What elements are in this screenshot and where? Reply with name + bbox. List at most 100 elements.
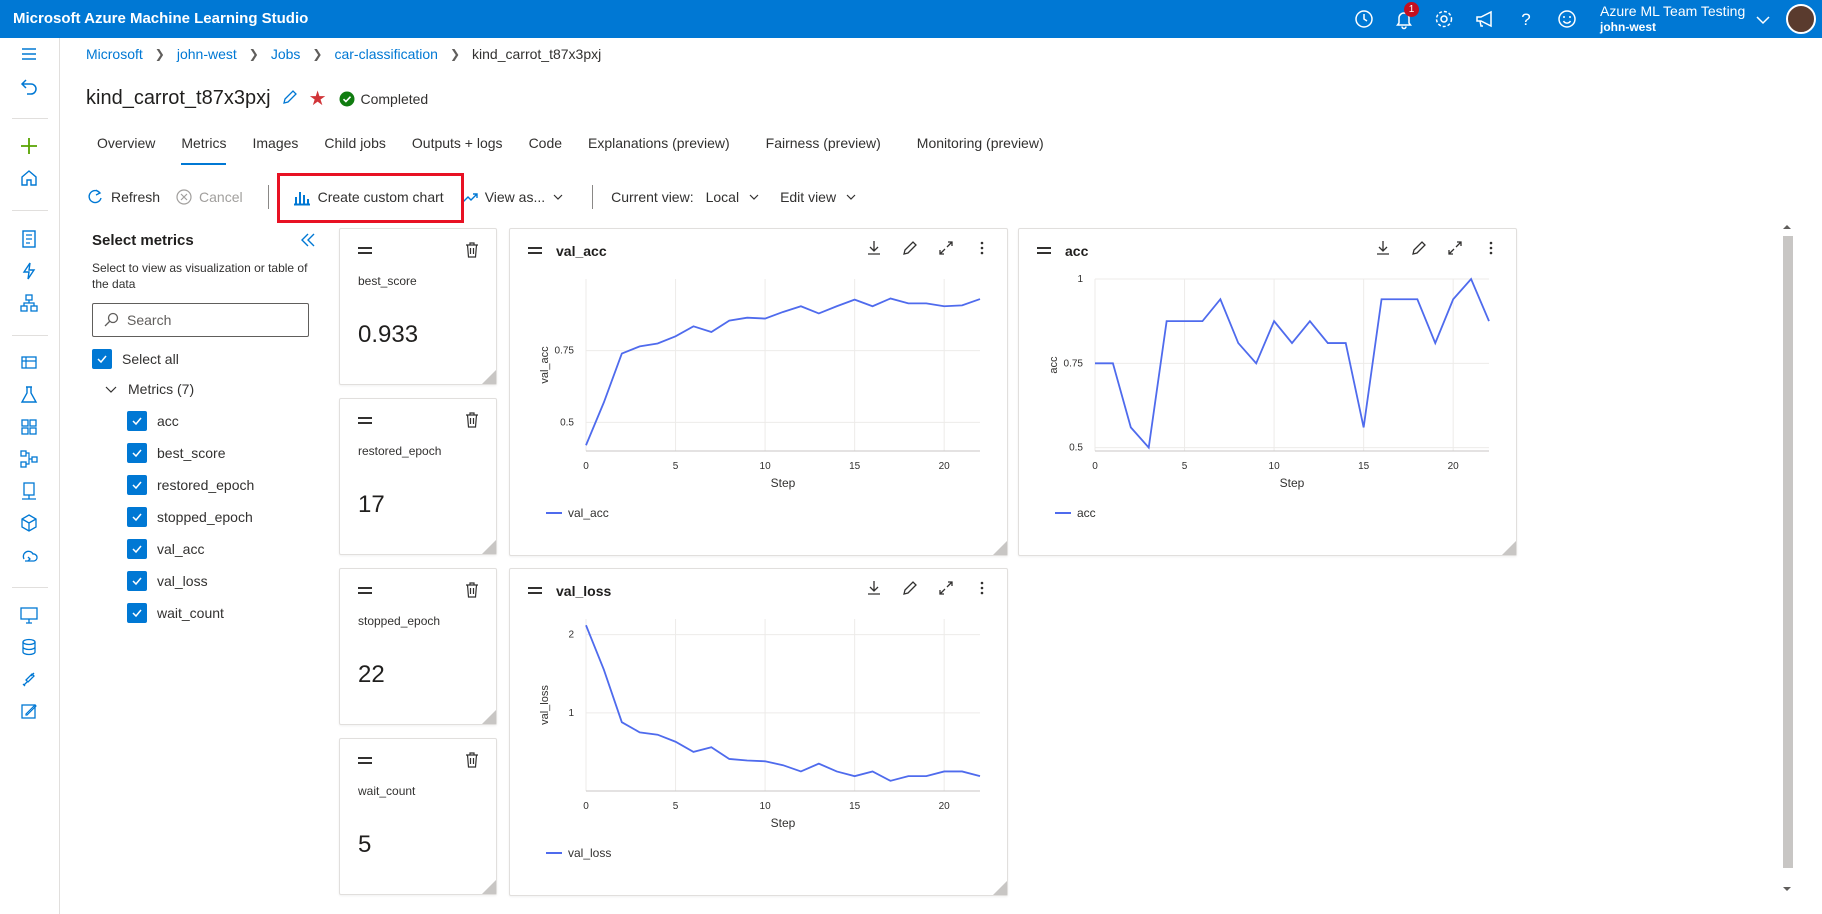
star-icon[interactable]: ★	[309, 86, 327, 111]
trash-icon[interactable]	[464, 581, 480, 599]
resize-handle[interactable]	[482, 370, 496, 384]
scroll-down-icon[interactable]	[1780, 882, 1794, 896]
cancel-icon	[176, 189, 192, 205]
series-line	[585, 624, 981, 782]
chart-card-acc[interactable]: acc 0 5 10 15 20 0.5 0.75 1 Step acc acc	[1018, 228, 1517, 556]
chart-legend[interactable]: val_loss	[546, 846, 611, 860]
breadcrumb-workspace[interactable]: john-west	[177, 46, 237, 62]
compute-icon[interactable]	[19, 605, 41, 627]
tab-explanations[interactable]: Explanations (preview)	[577, 133, 741, 165]
datastores-icon[interactable]	[19, 637, 41, 659]
gear-icon[interactable]	[1433, 8, 1455, 30]
checkbox-checked[interactable]	[127, 443, 147, 463]
breadcrumb-experiment[interactable]: car-classification	[334, 46, 437, 62]
metric-checkbox-val-loss[interactable]: val_loss	[127, 571, 208, 591]
checkbox-checked[interactable]	[127, 507, 147, 527]
data-icon[interactable]	[19, 353, 41, 375]
resize-handle[interactable]	[482, 880, 496, 894]
refresh-button[interactable]: Refresh	[86, 188, 160, 206]
chart-legend[interactable]: acc	[1055, 506, 1096, 520]
collapse-panel-icon[interactable]	[298, 230, 318, 253]
smiley-icon[interactable]	[1556, 8, 1578, 30]
designer-icon[interactable]	[19, 293, 41, 315]
breadcrumb-workspace-root[interactable]: Microsoft	[86, 46, 143, 62]
trash-icon[interactable]	[464, 751, 480, 769]
current-view-dropdown[interactable]: Local	[706, 189, 768, 205]
drag-handle-icon[interactable]	[358, 247, 372, 257]
metric-checkbox-acc[interactable]: acc	[127, 411, 179, 431]
components-icon[interactable]	[19, 417, 41, 439]
chevron-down-icon[interactable]	[1752, 9, 1774, 31]
home-icon[interactable]	[19, 168, 41, 190]
scalar-card[interactable]: stopped_epoch 22	[339, 568, 497, 725]
scalar-card[interactable]: wait_count 5	[339, 738, 497, 895]
scroll-up-icon[interactable]	[1780, 220, 1794, 234]
tab-fairness[interactable]: Fairness (preview)	[755, 133, 892, 165]
drag-handle-icon[interactable]	[358, 417, 372, 427]
hamburger-icon[interactable]	[19, 44, 41, 66]
clock-icon[interactable]	[1353, 8, 1375, 30]
chart-card-val-acc[interactable]: val_acc 0 5 10 15 20 0.5 0.75 Step val_acc val_a…	[509, 228, 1008, 556]
view-as-button[interactable]: View as...	[462, 189, 572, 205]
select-all-checkbox[interactable]: Select all	[92, 349, 179, 369]
labeling-icon[interactable]	[19, 701, 41, 723]
notebook-icon[interactable]	[19, 229, 41, 251]
metric-checkbox-best-score[interactable]: best_score	[127, 443, 225, 463]
models-icon[interactable]	[19, 513, 41, 535]
megaphone-icon[interactable]	[1474, 8, 1496, 30]
metric-checkbox-val-acc[interactable]: val_acc	[127, 539, 204, 559]
checkbox-checked[interactable]	[127, 603, 147, 623]
metric-checkbox-stopped-epoch[interactable]: stopped_epoch	[127, 507, 253, 527]
pipelines-icon[interactable]	[19, 449, 41, 471]
resize-handle[interactable]	[482, 540, 496, 554]
trash-icon[interactable]	[464, 241, 480, 259]
metric-name: stopped_epoch	[358, 614, 441, 628]
account-menu[interactable]: Azure ML Team Testing john-west	[1600, 3, 1745, 34]
environments-icon[interactable]	[19, 481, 41, 503]
avatar[interactable]	[1786, 4, 1816, 34]
scalar-card[interactable]: restored_epoch 17	[339, 398, 497, 555]
scrollbar-thumb[interactable]	[1783, 236, 1793, 868]
resize-handle[interactable]	[482, 710, 496, 724]
metric-checkbox-restored-epoch[interactable]: restored_epoch	[127, 475, 254, 495]
scalar-card[interactable]: best_score 0.933	[339, 228, 497, 385]
breadcrumb-jobs[interactable]: Jobs	[271, 46, 301, 62]
help-icon[interactable]: ?	[1515, 8, 1537, 30]
app-title[interactable]: Microsoft Azure Machine Learning Studio	[13, 10, 308, 27]
tab-child-jobs[interactable]: Child jobs	[313, 133, 396, 165]
cancel-button[interactable]: Cancel	[176, 189, 243, 205]
tab-images[interactable]: Images	[241, 133, 309, 165]
checkbox-checked[interactable]	[127, 571, 147, 591]
back-icon[interactable]	[19, 76, 41, 98]
chart-card-val-loss[interactable]: val_loss 0 5 10 15 20 1 2 Step val_loss val_loss	[509, 568, 1008, 896]
trash-icon[interactable]	[464, 411, 480, 429]
checkbox-checked[interactable]	[127, 411, 147, 431]
tab-outputs-logs[interactable]: Outputs + logs	[401, 133, 514, 165]
automl-icon[interactable]	[19, 261, 41, 283]
chart-legend[interactable]: val_acc	[546, 506, 609, 520]
resize-handle[interactable]	[1502, 541, 1516, 555]
pencil-icon[interactable]	[281, 88, 299, 109]
drag-handle-icon[interactable]	[358, 587, 372, 597]
resize-handle[interactable]	[993, 541, 1007, 555]
plus-icon[interactable]	[19, 136, 41, 158]
top-bar: Microsoft Azure Machine Learning Studio …	[0, 0, 1822, 38]
metrics-group-toggle[interactable]: Metrics (7)	[104, 381, 194, 397]
drag-handle-icon[interactable]	[358, 757, 372, 767]
jobs-icon[interactable]	[19, 385, 41, 407]
search-placeholder: Search	[127, 312, 172, 328]
resize-handle[interactable]	[993, 881, 1007, 895]
checkbox-checked[interactable]	[92, 349, 112, 369]
tab-metrics[interactable]: Metrics	[170, 133, 237, 165]
metric-checkbox-wait-count[interactable]: wait_count	[127, 603, 224, 623]
checkbox-checked[interactable]	[127, 475, 147, 495]
tab-code[interactable]: Code	[518, 133, 573, 165]
linked-services-icon[interactable]	[19, 669, 41, 691]
tab-monitoring[interactable]: Monitoring (preview)	[906, 133, 1055, 165]
endpoints-icon[interactable]	[19, 545, 41, 567]
edit-view-dropdown[interactable]: Edit view	[780, 189, 865, 205]
checkbox-checked[interactable]	[127, 539, 147, 559]
nav-divider	[12, 210, 48, 211]
search-input[interactable]: Search	[92, 303, 309, 337]
tab-overview[interactable]: Overview	[86, 133, 166, 165]
